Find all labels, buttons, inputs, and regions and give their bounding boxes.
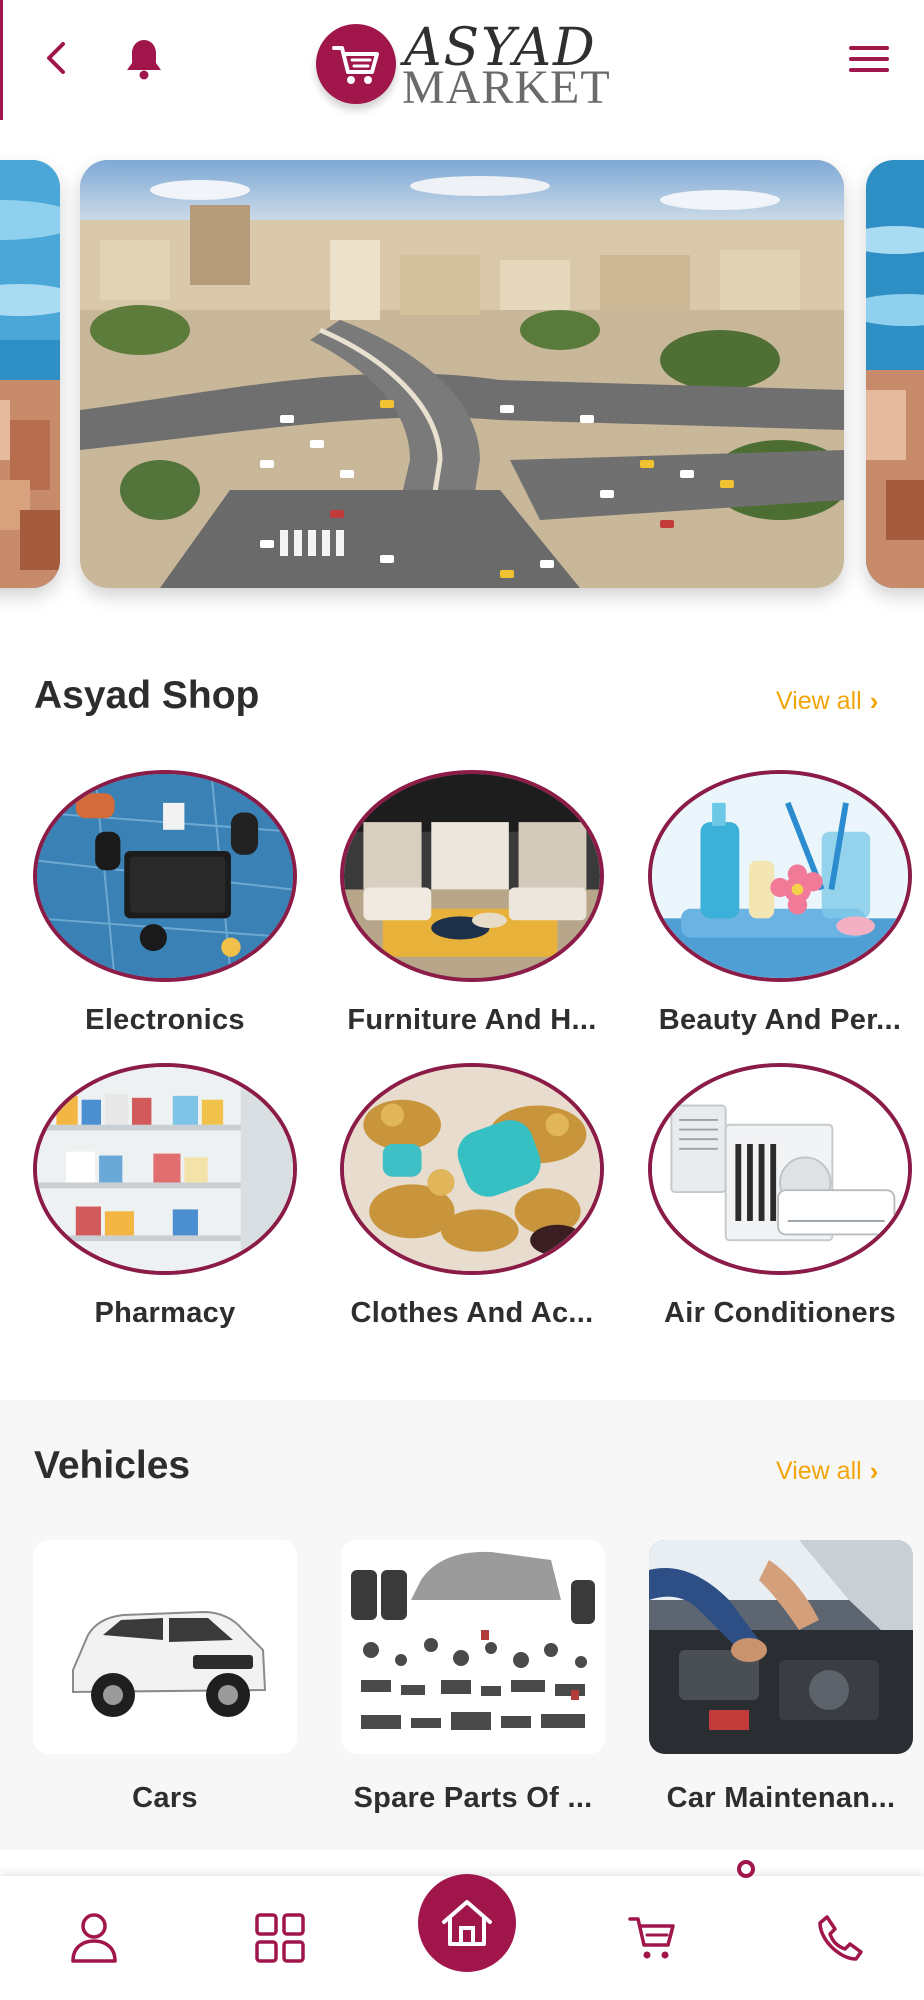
- vehicle-image: [33, 1540, 297, 1754]
- beauty-products-image: [652, 774, 908, 978]
- living-room-image: [344, 774, 600, 978]
- category-image: [340, 770, 604, 982]
- cart-logo-icon: [332, 46, 379, 84]
- circuit-board-image: [37, 774, 293, 978]
- sky-banner-image: [866, 160, 924, 588]
- home-icon: [442, 1900, 492, 1946]
- chevron-right-icon: ›: [869, 686, 879, 716]
- nav-categories-button[interactable]: [248, 1906, 312, 1970]
- vehicle-category-maintenance[interactable]: Car Maintenan...: [649, 1540, 913, 1815]
- bottom-navigation-bar: [0, 1860, 924, 2000]
- city-banner-image: [0, 160, 60, 588]
- nav-account-button[interactable]: [62, 1906, 126, 1970]
- vehicle-category-label: Spare Parts Of ...: [353, 1782, 593, 1814]
- category-label: Pharmacy: [94, 1297, 236, 1329]
- category-image: [33, 770, 297, 982]
- vehicle-image: [649, 1540, 913, 1754]
- back-button[interactable]: [36, 38, 76, 78]
- logo-text-market: MARKET: [402, 61, 611, 114]
- grid-icon: [255, 1913, 305, 1963]
- top-header: ASYAD MARKET: [0, 0, 924, 125]
- jewelry-accessories-image: [344, 1067, 600, 1271]
- category-beauty[interactable]: Beauty And Per...: [646, 770, 914, 1037]
- user-icon: [71, 1913, 117, 1963]
- category-air-conditioners[interactable]: Air Conditioners: [646, 1063, 914, 1330]
- shop-view-all-link[interactable]: View all ›: [776, 686, 878, 717]
- menu-button[interactable]: [844, 38, 894, 80]
- notifications-button[interactable]: [122, 36, 166, 82]
- banner-slide-next[interactable]: [866, 160, 924, 588]
- category-image: [648, 770, 912, 982]
- nav-home-button[interactable]: [418, 1874, 516, 1972]
- category-label: Electronics: [85, 1004, 245, 1036]
- chevron-left-icon: [47, 42, 65, 74]
- spare-parts-image: [341, 1540, 605, 1754]
- air-conditioners-image: [652, 1067, 908, 1271]
- category-label: Beauty And Per...: [658, 1004, 902, 1036]
- suv-car-image: [33, 1540, 297, 1754]
- view-all-label: View all: [776, 1457, 862, 1485]
- hamburger-menu-icon: [849, 46, 889, 72]
- asyad-shop-title: Asyad Shop: [34, 674, 260, 717]
- vehicles-section: Vehicles View all › Cars Spare Parts Of …: [0, 1400, 924, 1850]
- asyad-market-logo: ASYAD MARKET: [316, 18, 626, 114]
- category-clothes[interactable]: Clothes And Ac...: [338, 1063, 606, 1330]
- banner-carousel[interactable]: [0, 160, 924, 592]
- view-all-label: View all: [776, 687, 862, 715]
- logo-cart-badge: [316, 24, 396, 104]
- category-label: Clothes And Ac...: [350, 1297, 594, 1329]
- category-pharmacy[interactable]: Pharmacy: [31, 1063, 299, 1330]
- banner-slide-previous[interactable]: [0, 160, 60, 588]
- vehicle-category-cars[interactable]: Cars: [33, 1540, 297, 1815]
- nav-cart-button[interactable]: [620, 1906, 684, 1970]
- category-furniture[interactable]: Furniture And H...: [338, 770, 606, 1037]
- category-electronics[interactable]: Electronics: [31, 770, 299, 1037]
- vehicle-image: [341, 1540, 605, 1754]
- app-screen: ASYAD MARKET Asyad Shop View all › Elect…: [0, 0, 924, 2000]
- cart-icon: [628, 1917, 675, 1959]
- banner-slide-current[interactable]: [80, 160, 844, 588]
- category-image: [648, 1063, 912, 1275]
- vehicles-title: Vehicles: [34, 1444, 191, 1487]
- bell-icon: [127, 40, 161, 80]
- header-edge-accent: [0, 0, 3, 120]
- pharmacy-shelves-image: [37, 1067, 293, 1271]
- cart-badge-indicator: [737, 1860, 755, 1878]
- category-label: Furniture And H...: [347, 1004, 597, 1036]
- city-highway-banner-image: [80, 160, 844, 588]
- vehicles-view-all-link[interactable]: View all ›: [776, 1456, 878, 1487]
- vehicle-category-label: Car Maintenan...: [666, 1782, 896, 1814]
- category-image: [33, 1063, 297, 1275]
- category-image: [340, 1063, 604, 1275]
- phone-icon: [818, 1915, 863, 1961]
- vehicle-category-spare-parts[interactable]: Spare Parts Of ...: [341, 1540, 605, 1815]
- chevron-right-icon: ›: [869, 1456, 879, 1486]
- nav-contact-button[interactable]: [808, 1906, 872, 1970]
- category-label: Air Conditioners: [664, 1297, 896, 1329]
- vehicle-category-label: Cars: [132, 1782, 198, 1814]
- car-maintenance-image: [649, 1540, 913, 1754]
